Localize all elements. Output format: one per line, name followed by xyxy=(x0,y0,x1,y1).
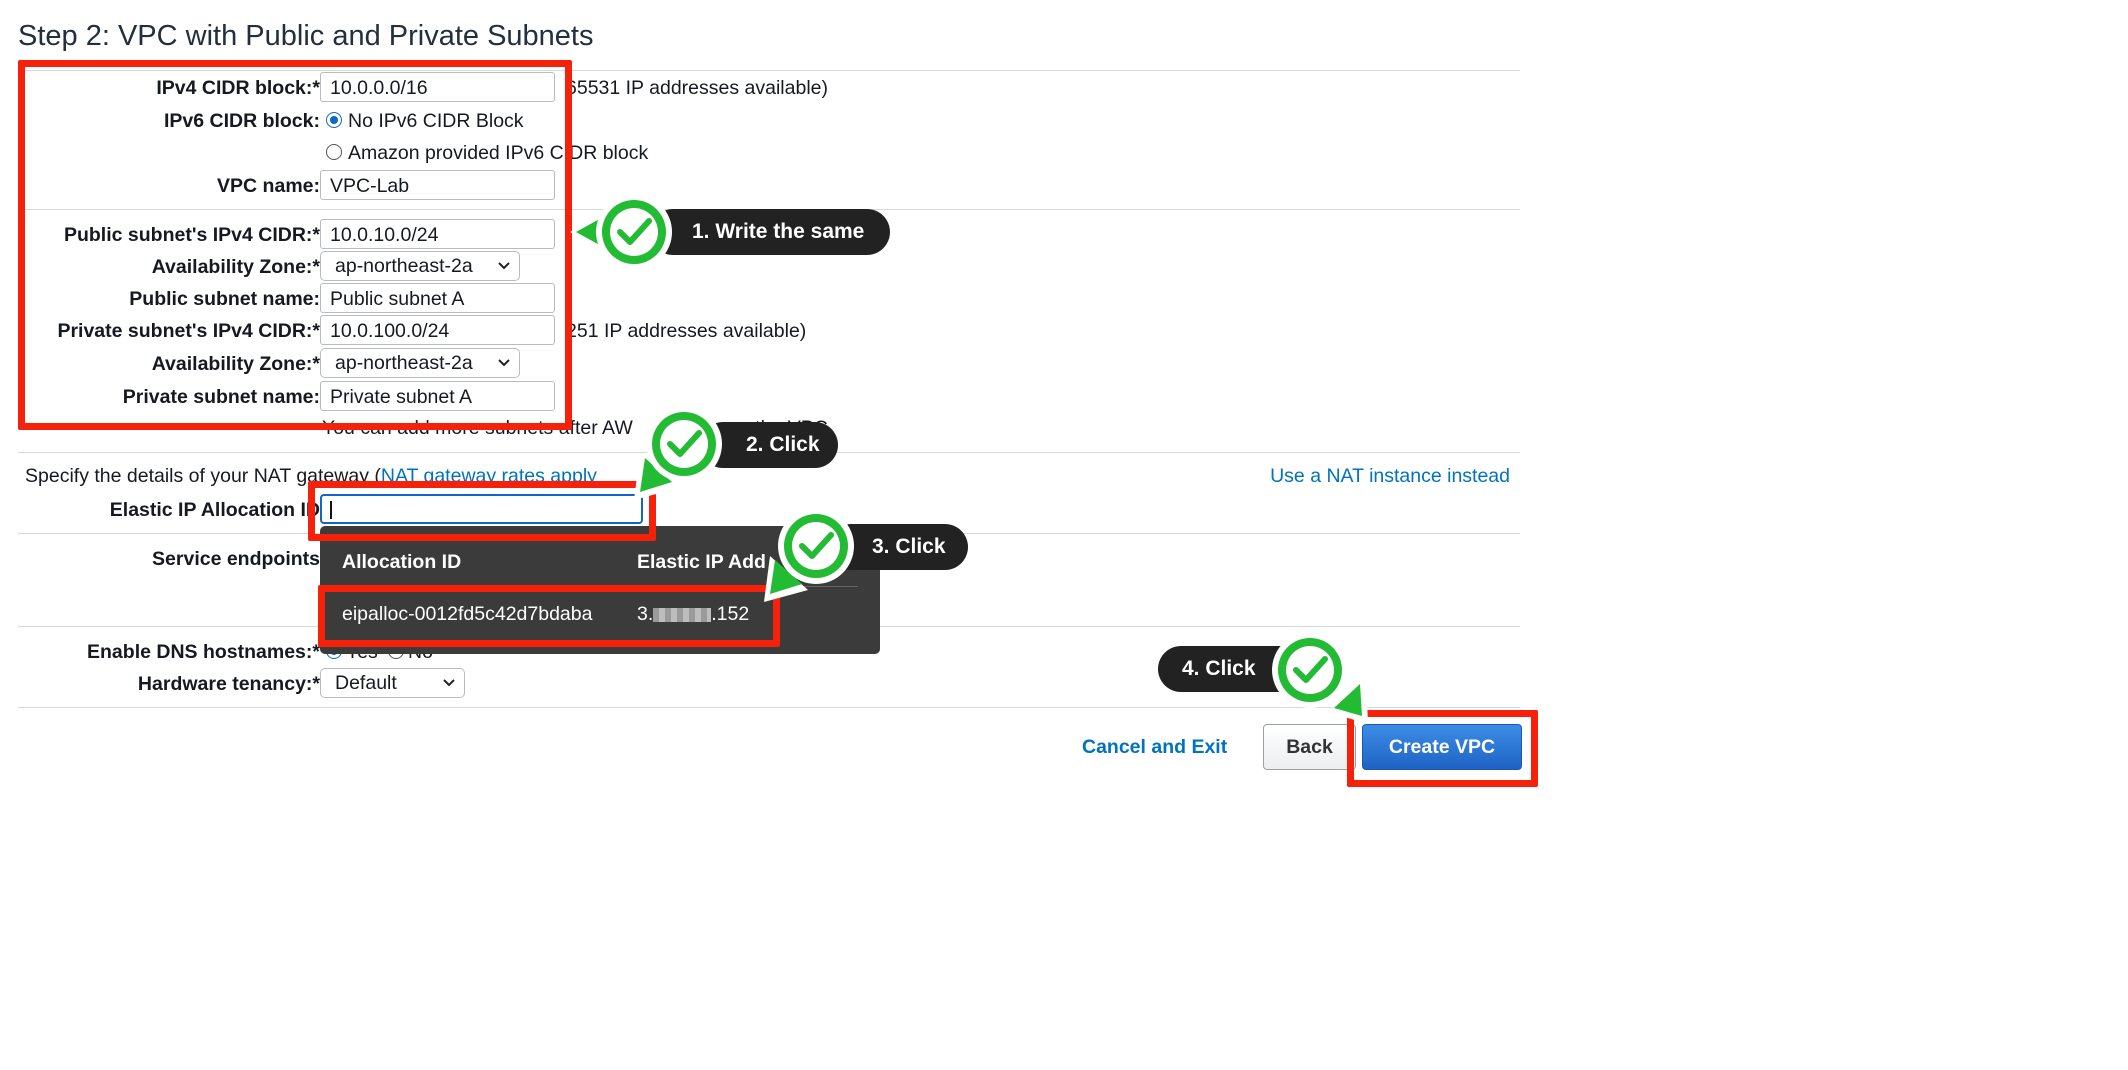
chevron-down-icon xyxy=(443,679,455,687)
eip-label: Elastic IP Allocation ID xyxy=(109,499,320,521)
check-badge-icon xyxy=(570,194,672,270)
tenancy-label: Hardware tenancy:* xyxy=(137,673,320,695)
tenancy-select-value: Default xyxy=(335,672,397,694)
annotation-step1: 1. Write the same xyxy=(650,209,890,255)
highlight-box-dropdown-row xyxy=(318,585,780,647)
check-badge-icon xyxy=(634,406,722,500)
dns-hostnames-label: Enable DNS hostnames:* xyxy=(87,641,320,663)
highlight-box-form xyxy=(18,60,572,430)
nat-instance-link[interactable]: Use a NAT instance instead xyxy=(1270,465,1510,488)
check-badge-icon xyxy=(764,508,854,602)
ipv4-hint: 65531 IP addresses available) xyxy=(566,77,828,99)
check-badge-icon xyxy=(1272,632,1368,724)
highlight-box-eip xyxy=(308,481,656,541)
back-button[interactable]: Back xyxy=(1263,724,1356,770)
dropdown-header-elastic-ip: Elastic IP Add xyxy=(637,551,766,573)
tenancy-select[interactable]: Default xyxy=(320,668,465,698)
dropdown-header-allocation-id: Allocation ID xyxy=(342,551,462,573)
page-title: Step 2: VPC with Public and Private Subn… xyxy=(18,20,594,52)
cancel-and-exit-link[interactable]: Cancel and Exit xyxy=(1082,736,1227,759)
private-cidr-hint: 251 IP addresses available) xyxy=(566,320,807,342)
service-endpoints-label: Service endpoints xyxy=(152,548,320,570)
